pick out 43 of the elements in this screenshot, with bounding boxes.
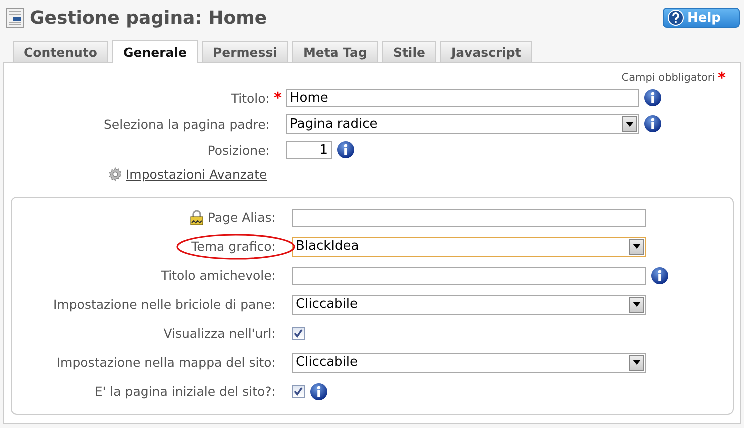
dropdown[interactable]: BlackIdea <box>292 236 646 256</box>
caret-icon <box>632 302 640 307</box>
required-mark: * <box>274 89 282 107</box>
caret-icon <box>632 244 640 249</box>
text-field[interactable] <box>292 208 646 226</box>
tab[interactable]: Contenuto <box>13 41 108 62</box>
text-field[interactable] <box>292 266 646 284</box>
field-label: Seleziona la pagina padre: <box>103 116 270 132</box>
info-icon[interactable] <box>337 141 355 159</box>
field-label: Titolo: <box>230 90 270 106</box>
position-field[interactable]: 1 <box>286 141 332 159</box>
help-icon <box>668 10 684 26</box>
caret-icon <box>626 122 634 126</box>
advanced-settings-link[interactable]: Impostazioni Avanzate <box>126 166 268 182</box>
info-icon[interactable] <box>644 89 662 107</box>
field-label: Titolo amichevole: <box>161 268 276 283</box>
field-label: Impostazione nelle briciole di pane: <box>54 297 276 312</box>
tab[interactable]: Generale <box>112 40 198 63</box>
required-note: Campi obbligatori <box>622 72 716 84</box>
tab[interactable]: Stile <box>382 41 436 62</box>
dropdown[interactable]: Cliccabile <box>292 352 646 372</box>
info-icon[interactable] <box>651 266 669 284</box>
tab[interactable]: Javascript <box>440 41 532 62</box>
checkbox[interactable] <box>292 327 305 340</box>
field-label: E' la pagina iniziale del sito?: <box>94 384 276 399</box>
field-label: Page Alias: <box>208 210 276 225</box>
info-icon[interactable] <box>310 382 328 400</box>
page-title: Gestione pagina: Home <box>30 8 268 28</box>
field-label: Tema grafico: <box>192 239 276 254</box>
dropdown[interactable]: Pagina radice <box>286 114 639 134</box>
field-label: Impostazione nella mappa del sito: <box>56 355 276 370</box>
field-label: Posizione: <box>206 142 270 158</box>
dropdown[interactable]: Cliccabile <box>292 294 646 314</box>
field-label: Visualizza nell'url: <box>164 326 276 341</box>
tab[interactable]: Meta Tag <box>292 41 378 62</box>
gear-icon <box>108 166 123 182</box>
page-icon <box>6 8 24 28</box>
info-icon[interactable] <box>644 115 662 133</box>
required-mark: * <box>718 69 726 87</box>
caret-icon <box>632 360 640 365</box>
tab[interactable]: Permessi <box>202 41 288 62</box>
checkbox[interactable] <box>292 385 305 398</box>
text-field[interactable]: Home <box>286 89 639 107</box>
